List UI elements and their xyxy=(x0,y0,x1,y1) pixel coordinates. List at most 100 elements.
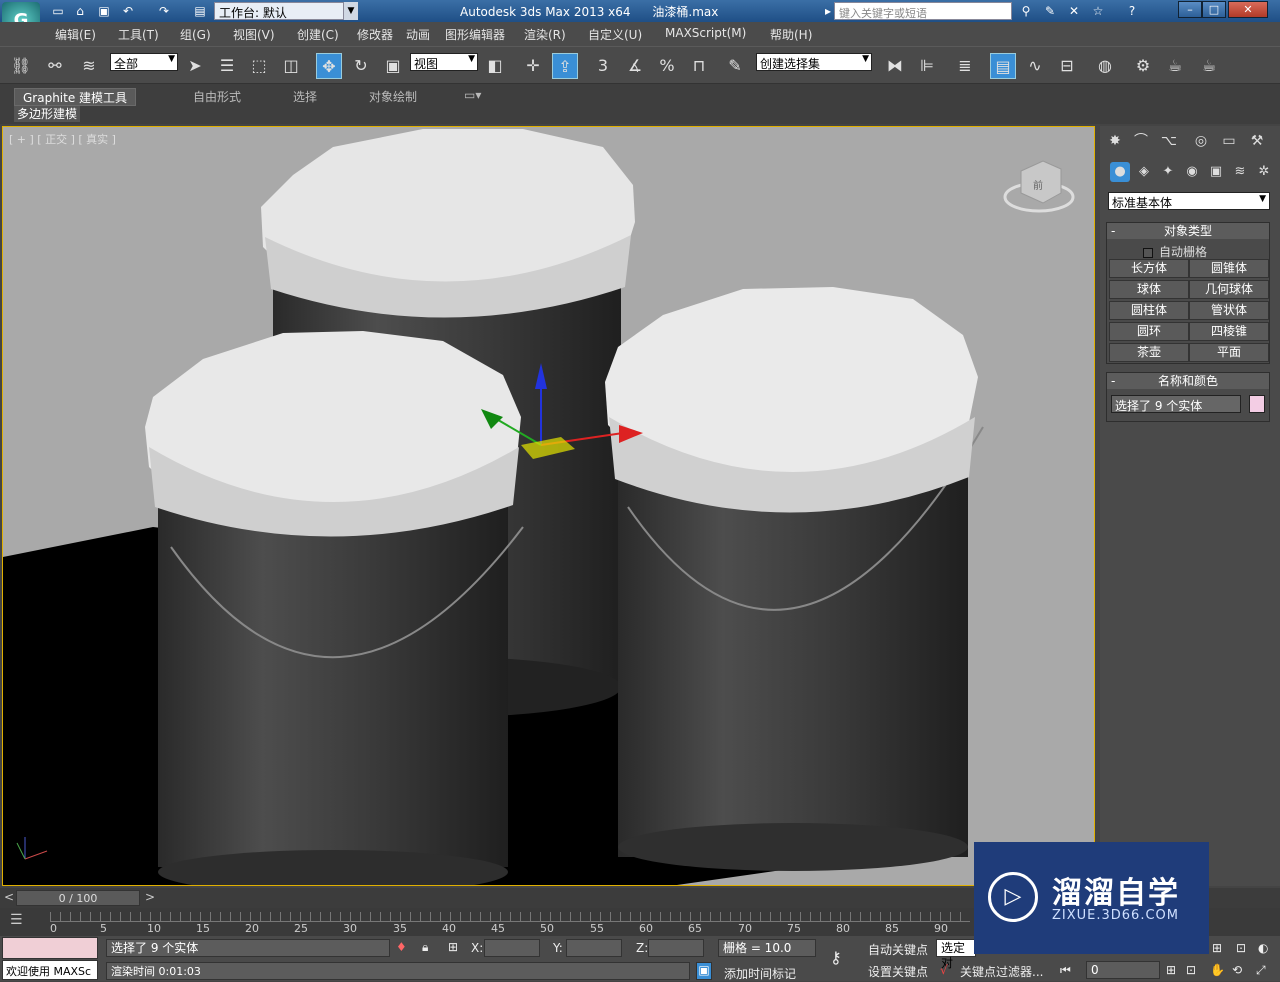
time-config-icon[interactable]: ⊞ xyxy=(1166,963,1176,977)
keyboard-shortcut-override-icon[interactable]: ⇪ xyxy=(552,53,578,79)
paint-bucket-right[interactable] xyxy=(605,287,984,871)
pivot-center-icon[interactable]: ◧ xyxy=(482,53,508,79)
set-key-button[interactable]: 设置关键点 xyxy=(868,963,928,980)
binoculars-icon[interactable]: ⚲ xyxy=(1018,3,1034,19)
torus-button[interactable]: 圆环 xyxy=(1109,322,1189,341)
pyramid-button[interactable]: 四棱锥 xyxy=(1189,322,1269,341)
auto-grid-checkbox[interactable]: 自动栅格 xyxy=(1143,243,1207,260)
workspace-arrow-icon[interactable]: ▼ xyxy=(344,2,358,20)
select-scale-icon[interactable]: ▣ xyxy=(380,53,406,79)
rendered-frame-icon[interactable]: ☕ xyxy=(1162,53,1188,79)
link-icon[interactable]: ⛓ xyxy=(8,53,34,79)
reference-coord-dropdown[interactable]: 视图 ▼ xyxy=(410,53,478,71)
tube-button[interactable]: 管状体 xyxy=(1189,301,1269,320)
next-frame-icon[interactable]: > xyxy=(145,890,155,904)
selected-keys-dropdown[interactable]: 选定对 xyxy=(936,939,976,970)
tab-freeform[interactable]: 自由形式 xyxy=(193,88,241,105)
select-object-icon[interactable]: ➤ xyxy=(182,53,208,79)
menu-help[interactable]: 帮助(H) xyxy=(770,26,812,43)
plane-button[interactable]: 平面 xyxy=(1189,343,1269,362)
menu-views[interactable]: 视图(V) xyxy=(233,26,275,43)
cone-button[interactable]: 圆锥体 xyxy=(1189,259,1269,278)
open-file-icon[interactable]: ⌂ xyxy=(72,3,88,19)
key-icon[interactable]: ⚷ xyxy=(830,948,842,967)
rect-selection-icon[interactable]: ⬚ xyxy=(246,53,272,79)
menu-group[interactable]: 组(G) xyxy=(180,26,211,43)
redo-icon[interactable]: ↷ xyxy=(156,3,172,19)
subscription-icon[interactable]: ✎ xyxy=(1042,3,1058,19)
render-setup-icon[interactable]: ⚙ xyxy=(1130,53,1156,79)
absolute-mode-icon[interactable]: ⊞ xyxy=(448,940,458,954)
favorites-star-icon[interactable]: ☆ xyxy=(1090,3,1106,19)
undo-icon[interactable]: ↶ xyxy=(120,3,136,19)
render-production-icon[interactable]: ☕ xyxy=(1196,53,1222,79)
zoom-extents-icon[interactable]: ⊡ xyxy=(1186,963,1196,977)
x-coordinate-field[interactable] xyxy=(484,939,540,957)
lights-icon[interactable]: ✦ xyxy=(1158,162,1178,182)
cameras-icon[interactable]: ◉ xyxy=(1182,162,1202,182)
object-type-header[interactable]: - 对象类型 xyxy=(1107,223,1269,239)
menu-graph-editors[interactable]: 图形编辑器 xyxy=(445,26,505,43)
tab-graphite-modeling[interactable]: Graphite 建模工具 xyxy=(14,88,137,106)
unlink-icon[interactable]: ⚯ xyxy=(42,53,68,79)
named-selection-dropdown[interactable]: 创建选择集 ▼ xyxy=(756,53,872,71)
angle-snap-icon[interactable]: ∡ xyxy=(622,53,648,79)
communication-icon[interactable]: ✕ xyxy=(1066,3,1082,19)
create-tab-icon[interactable]: ✸ xyxy=(1104,130,1126,152)
schematic-view-icon[interactable]: ⊟ xyxy=(1054,53,1080,79)
workspace-dropdown[interactable]: 工作台: 默认 xyxy=(214,2,344,20)
prev-frame-icon[interactable]: < xyxy=(4,890,14,904)
auto-key-button[interactable]: 自动关键点 xyxy=(868,941,928,958)
search-input[interactable]: 键入关键字或短语 xyxy=(834,2,1012,20)
field-of-view-icon[interactable]: ◐ xyxy=(1258,941,1268,955)
z-coordinate-field[interactable] xyxy=(648,939,704,957)
category-dropdown[interactable]: 标准基本体 ▼ xyxy=(1108,192,1270,210)
shapes-icon[interactable]: ◈ xyxy=(1134,162,1154,182)
key-filters-button[interactable]: 关键点过滤器... xyxy=(960,963,1043,980)
menu-animation[interactable]: 动画 xyxy=(406,26,430,43)
menu-modifiers[interactable]: 修改器 xyxy=(357,26,393,43)
help-icon[interactable]: ? xyxy=(1124,3,1140,19)
time-tag-icon[interactable]: ▣ xyxy=(696,962,712,980)
menu-customize[interactable]: 自定义(U) xyxy=(588,26,642,43)
modify-tab-icon[interactable]: ⌒ xyxy=(1130,130,1152,152)
menu-edit[interactable]: 编辑(E) xyxy=(55,26,96,43)
material-editor-icon[interactable]: ◍ xyxy=(1092,53,1118,79)
pan-hand-icon[interactable]: ✋ xyxy=(1210,963,1225,977)
current-frame-field[interactable]: 0 xyxy=(1086,961,1160,979)
ribbon-options-icon[interactable]: ▭▾ xyxy=(464,88,481,102)
viewcube[interactable]: 前 xyxy=(1003,160,1075,213)
spinner-snap-icon[interactable]: ⊓ xyxy=(686,53,712,79)
sphere-button[interactable]: 球体 xyxy=(1109,280,1189,299)
motion-tab-icon[interactable]: ◎ xyxy=(1190,130,1212,152)
tab-object-paint[interactable]: 对象绘制 xyxy=(369,88,417,105)
display-tab-icon[interactable]: ▭ xyxy=(1218,130,1240,152)
object-name-field[interactable]: 选择了 9 个实体 xyxy=(1111,395,1241,413)
zoom-all-icon[interactable]: ⊞ xyxy=(1212,941,1222,955)
save-icon[interactable]: ▣ xyxy=(96,3,112,19)
teapot-button[interactable]: 茶壶 xyxy=(1109,343,1189,362)
select-move-icon[interactable]: ✥ xyxy=(316,53,342,79)
paint-bucket-left[interactable] xyxy=(145,331,524,886)
minimize-button[interactable]: – xyxy=(1178,1,1202,18)
graphite-toggle-icon[interactable]: ▤ xyxy=(990,53,1016,79)
menu-tools[interactable]: 工具(T) xyxy=(118,26,159,43)
project-folder-icon[interactable]: ▤ xyxy=(192,3,208,19)
snaps-toggle-icon[interactable]: 3 xyxy=(590,53,616,79)
select-rotate-icon[interactable]: ↻ xyxy=(348,53,374,79)
geometry-icon[interactable]: ● xyxy=(1110,162,1130,182)
menu-maxscript[interactable]: MAXScript(M) xyxy=(665,26,746,40)
geosphere-button[interactable]: 几何球体 xyxy=(1189,280,1269,299)
layer-manager-icon[interactable]: ≣ xyxy=(952,53,978,79)
maxscript-listener-mini[interactable] xyxy=(2,937,98,959)
lock-selection-icon[interactable]: 🔒︎ xyxy=(422,940,428,955)
manipulate-icon[interactable]: ✛ xyxy=(520,53,546,79)
edit-named-selection-icon[interactable]: ✎ xyxy=(722,53,748,79)
cylinder-button[interactable]: 圆柱体 xyxy=(1109,301,1189,320)
time-slider-thumb[interactable]: 0 / 100 xyxy=(16,890,140,906)
utilities-tab-icon[interactable]: ⚒ xyxy=(1246,130,1268,152)
new-file-icon[interactable]: ▭ xyxy=(50,3,66,19)
selection-filter-dropdown[interactable]: 全部 ▼ xyxy=(110,53,178,71)
percent-snap-icon[interactable]: % xyxy=(654,53,680,79)
bind-spacewarp-icon[interactable]: ≋ xyxy=(76,53,102,79)
